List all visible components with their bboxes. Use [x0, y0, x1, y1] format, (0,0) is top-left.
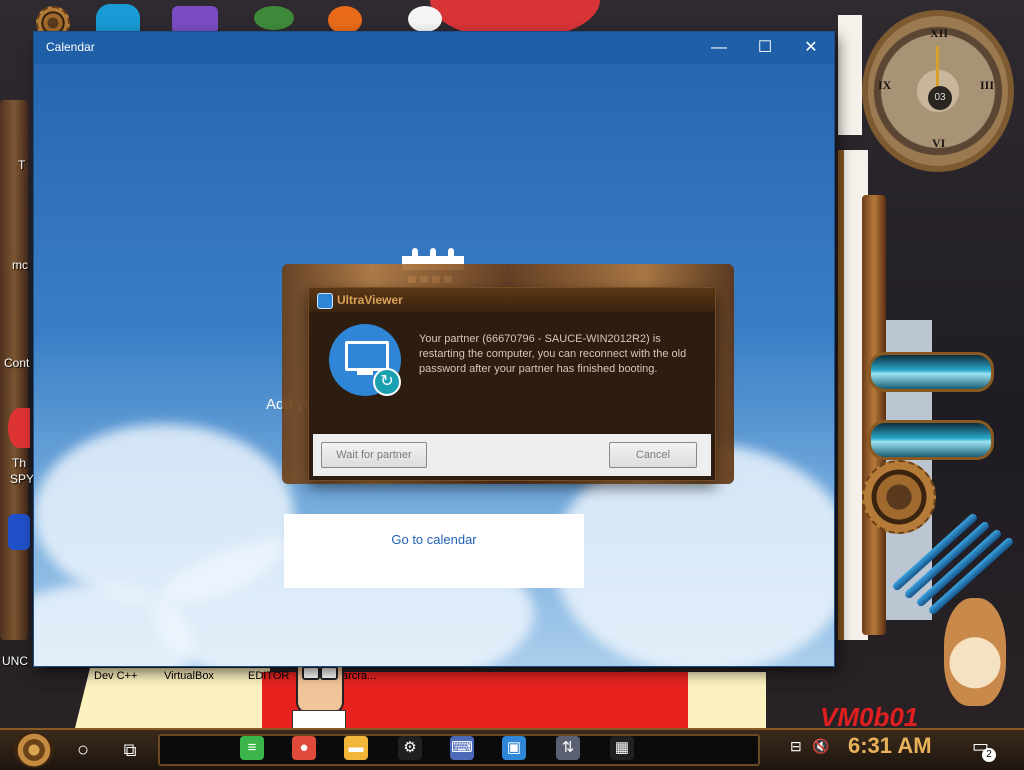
calendar-titlebar[interactable]: Calendar — ☐ ✕ — [34, 32, 834, 64]
window-title: Calendar — [46, 40, 95, 54]
gear-icon — [862, 460, 936, 534]
background-window-fragment — [838, 15, 862, 135]
desktop-label-devcpp[interactable]: Dev C++ — [94, 670, 137, 682]
taskbar-keyboard-app-icon[interactable]: ⌨ — [450, 736, 474, 760]
taskbar-notes-app-icon[interactable]: ≡ — [240, 736, 264, 760]
dialog-message: Your partner (66670796 - SAUCE-WIN2012R2… — [419, 333, 687, 375]
desktop-label: Th — [12, 456, 27, 470]
minimize-button[interactable]: — — [696, 32, 742, 64]
go-to-calendar-link[interactable]: Go to calendar — [284, 532, 584, 547]
steampunk-frame-left — [0, 100, 28, 640]
close-button[interactable]: ✕ — [788, 32, 834, 64]
taskbar-ultraviewer-icon[interactable]: ▣ — [502, 736, 526, 760]
flower-icon[interactable] — [408, 6, 442, 32]
desktop-label: mc — [12, 258, 28, 272]
steampunk-clock-widget: XII III VI IX 03 — [862, 10, 1014, 172]
volume-muted-icon[interactable]: 🔇 — [812, 738, 829, 755]
ultraviewer-titlebar[interactable]: UltraViewer — [309, 288, 715, 312]
steampunk-tube — [868, 420, 994, 460]
desktop-label: SPY — [10, 472, 35, 486]
cancel-button[interactable]: Cancel — [609, 442, 697, 468]
visual-studio-icon[interactable] — [172, 6, 218, 34]
hamster-image — [944, 598, 1006, 706]
monitor-restart-icon: ↻ — [329, 324, 401, 396]
desktop-label: UNC — [2, 654, 28, 668]
refresh-icon: ↻ — [373, 368, 401, 396]
notification-count-badge: 2 — [982, 748, 996, 762]
network-icon[interactable]: ⊟ — [790, 738, 802, 755]
desktop-app-icon[interactable] — [96, 4, 140, 32]
dialog-content: ↻ Your partner (66670796 - SAUCE-WIN2012… — [309, 312, 715, 432]
ultraviewer-dialog: UltraViewer ↻ Your partner (66670796 - S… — [308, 287, 716, 481]
go-to-calendar-card: Go to calendar — [284, 514, 584, 588]
desktop-label-virtualbox[interactable]: VirtualBox — [164, 670, 214, 682]
maximize-button[interactable]: ☐ — [742, 32, 788, 64]
dialog-title: UltraViewer — [337, 293, 403, 307]
taskbar-settings-icon[interactable]: ⚙ — [398, 736, 422, 760]
desktop-label-editor[interactable]: EDITOR — [248, 670, 289, 682]
taskbar-file-explorer-icon[interactable]: ▬ — [344, 736, 368, 760]
ultraviewer-logo-icon — [317, 293, 333, 309]
start-button[interactable] — [14, 732, 54, 768]
desktop-label: Cont — [4, 356, 30, 370]
wait-for-partner-button[interactable]: Wait for partner — [321, 442, 427, 468]
shortcut-icon[interactable] — [8, 514, 30, 550]
dialog-button-row: Wait for partner Cancel — [313, 434, 711, 476]
taskbar-network-app-icon[interactable]: ⇅ — [556, 736, 580, 760]
browser-icon[interactable] — [328, 6, 362, 34]
desktop-label: T — [18, 158, 26, 172]
task-view-icon[interactable]: ⧉ — [118, 734, 142, 766]
search-icon[interactable]: ○ — [72, 734, 94, 766]
clock-subdial: 03 — [928, 86, 952, 110]
steampunk-tube — [868, 352, 994, 392]
taskbar-clock[interactable]: 6:31 AM — [848, 733, 932, 759]
steampunk-frame-right — [862, 195, 886, 635]
taskbar-calendar-icon[interactable]: ▦ — [610, 736, 634, 760]
tree-icon[interactable] — [254, 6, 294, 30]
taskbar-chrome-icon[interactable]: ● — [292, 736, 316, 760]
chrome-shortcut-icon[interactable] — [8, 408, 30, 448]
